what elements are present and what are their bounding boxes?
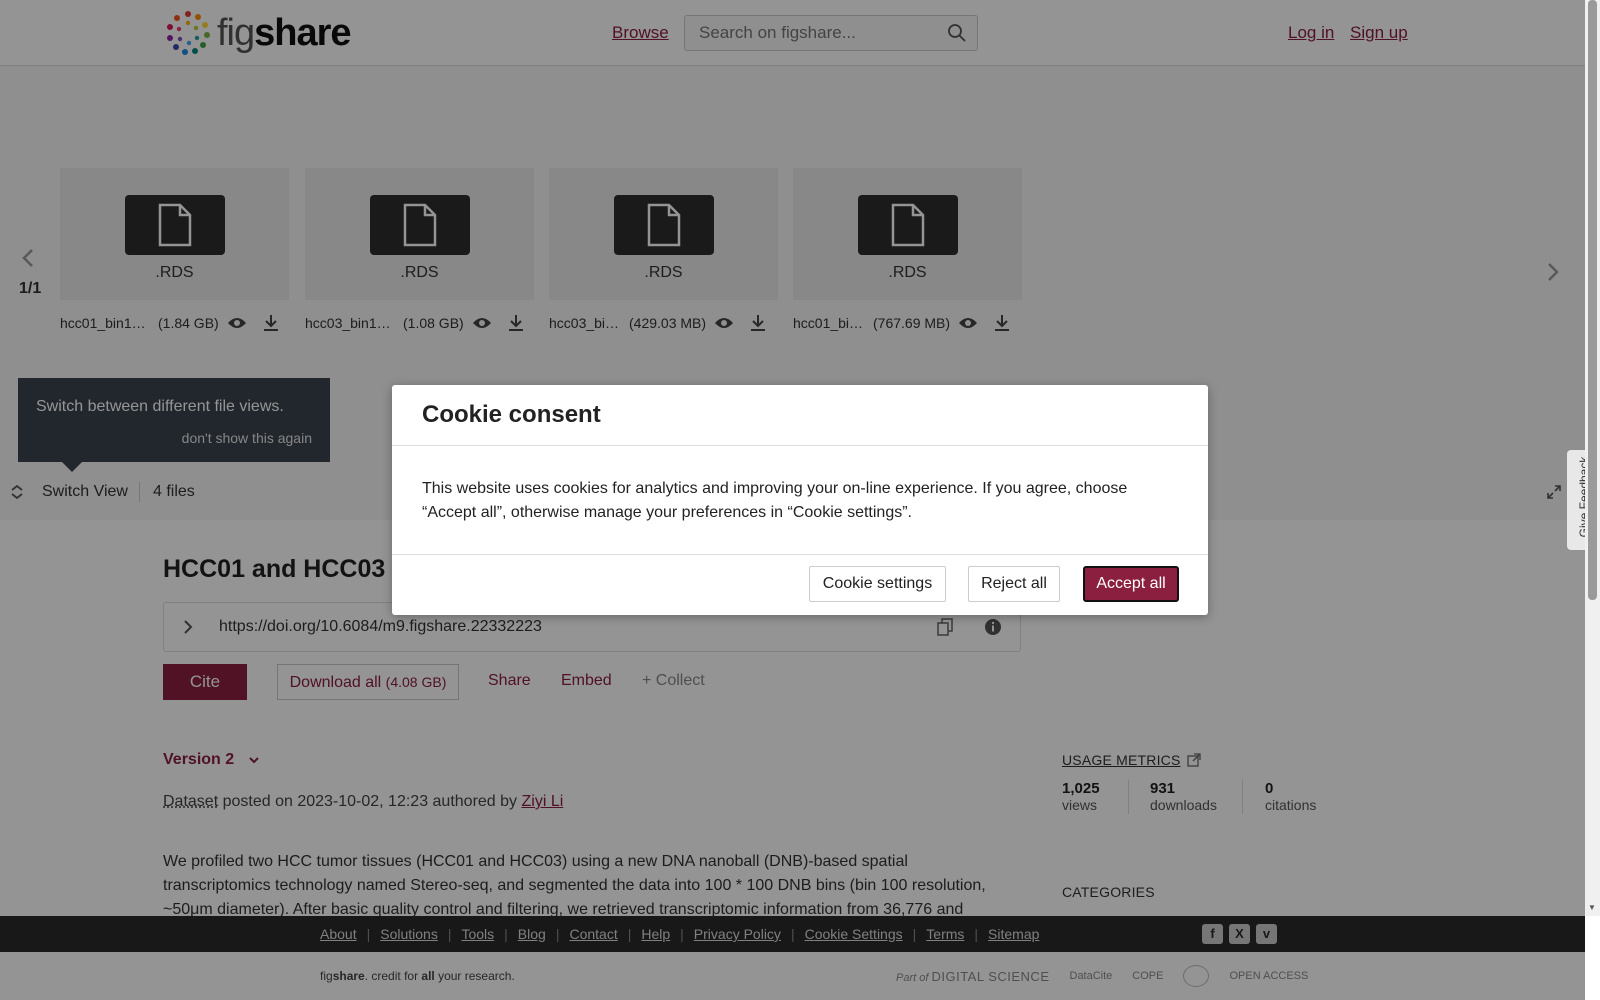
dialog-footer: Cookie settings Reject all Accept all xyxy=(392,554,1208,615)
scrollbar-thumb[interactable] xyxy=(1588,0,1597,600)
scroll-down-arrow-icon[interactable]: ▼ xyxy=(1588,903,1596,912)
page-scrollbar[interactable]: ▼ xyxy=(1585,0,1600,916)
cookie-settings-button[interactable]: Cookie settings xyxy=(809,566,946,602)
dialog-body: This website uses cookies for analytics … xyxy=(422,480,1128,521)
cookie-consent-dialog: Cookie consent This website uses cookies… xyxy=(392,385,1208,615)
dialog-title: Cookie consent xyxy=(422,401,601,428)
accept-all-button[interactable]: Accept all xyxy=(1083,566,1179,602)
reject-all-button[interactable]: Reject all xyxy=(968,566,1060,602)
dialog-header: Cookie consent xyxy=(392,385,1208,446)
